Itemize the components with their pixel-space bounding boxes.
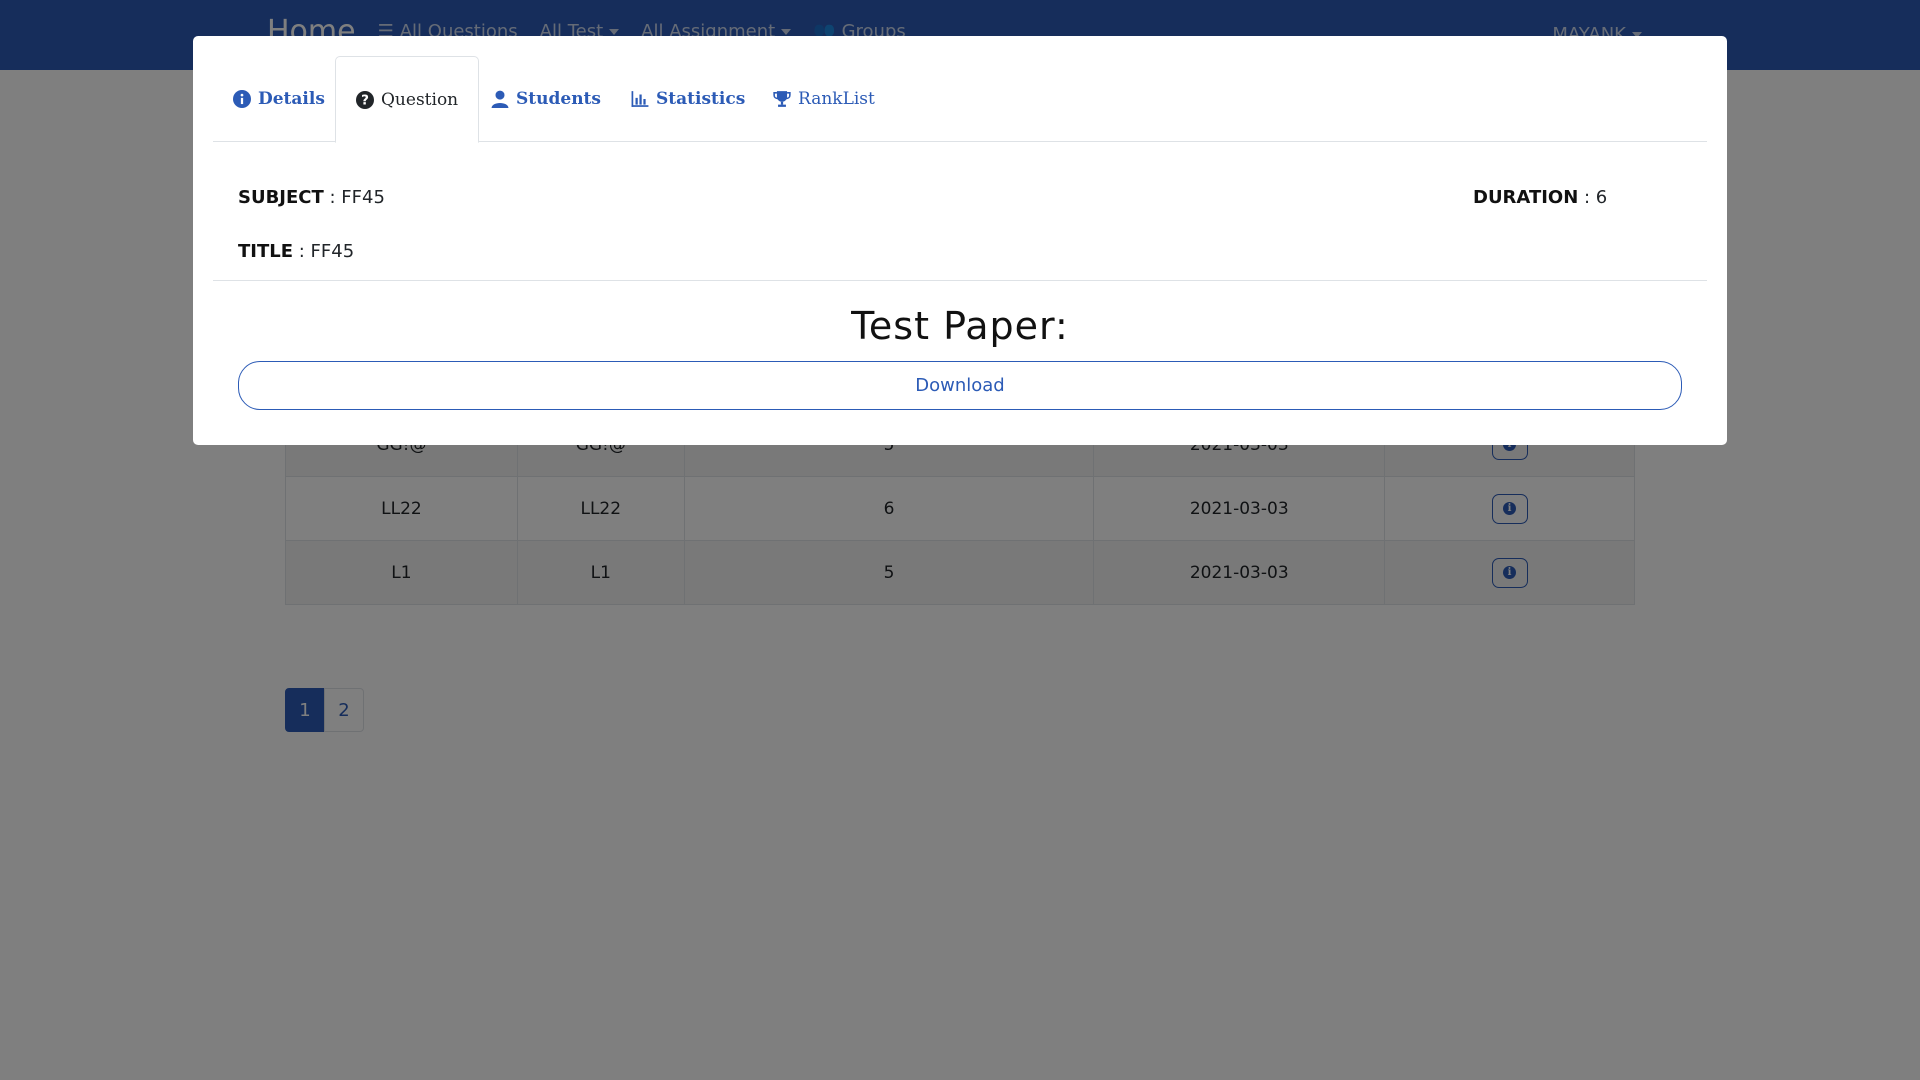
subject-info: SUBJECT : FF45 xyxy=(238,187,385,208)
title-info: TITLE : FF45 xyxy=(238,241,355,262)
download-button[interactable]: Download xyxy=(238,361,1682,410)
svg-text:?: ? xyxy=(361,92,369,108)
info-circle-icon xyxy=(233,90,251,108)
trophy-icon xyxy=(773,91,791,107)
user-icon xyxy=(491,90,509,108)
bar-chart-icon xyxy=(631,91,649,107)
tab-students[interactable]: Students xyxy=(471,56,621,142)
tab-details[interactable]: Details xyxy=(213,56,345,142)
tab-statistics[interactable]: Statistics xyxy=(611,56,765,142)
tab-ranklist[interactable]: RankList xyxy=(753,56,895,142)
duration-info: DURATION : 6 xyxy=(1473,187,1608,208)
test-details-modal: Details ? Question Students Statistics R… xyxy=(193,36,1727,445)
tab-question[interactable]: ? Question xyxy=(335,56,480,143)
test-paper-heading: Test Paper: xyxy=(851,304,1069,348)
modal-tabs: Details ? Question Students Statistics R… xyxy=(213,56,1707,143)
question-circle-icon: ? xyxy=(356,90,374,109)
divider xyxy=(213,280,1707,281)
